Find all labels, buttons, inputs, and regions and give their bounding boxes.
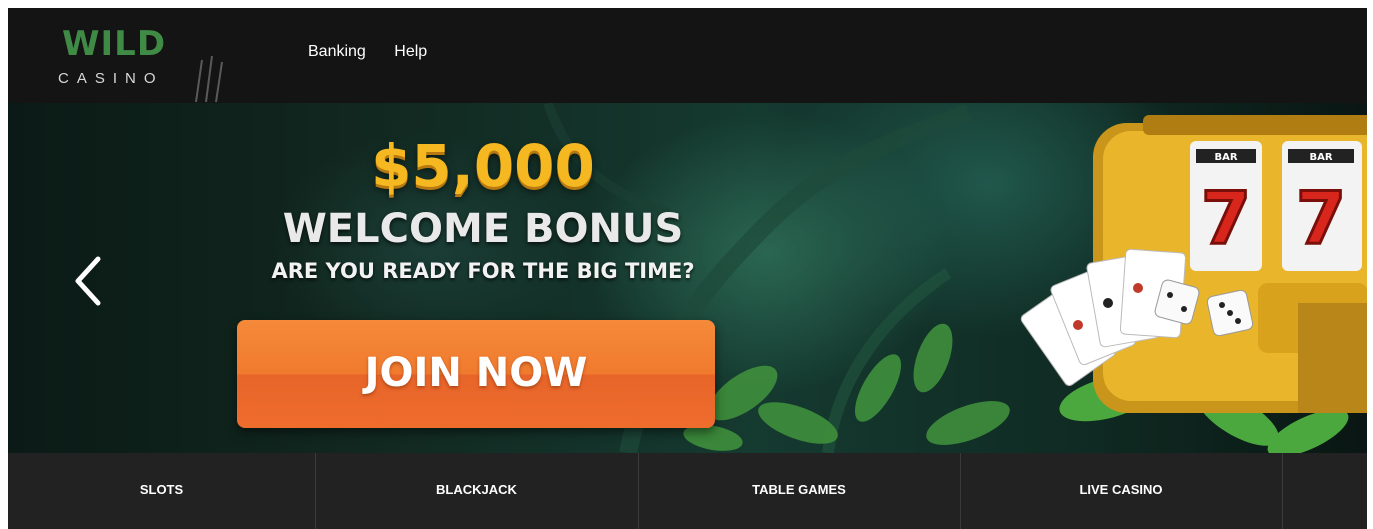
hero-banner[interactable]: BAR BAR 7 7 $5,000 WELCOME BONUS ARE YOU…	[8, 103, 1367, 453]
category-label: BLACKJACK	[436, 482, 517, 497]
bonus-headline: WELCOME BONUS	[282, 206, 684, 252]
site-header: WILD CASINO Banking Help	[8, 8, 1367, 103]
category-label: SLOTS	[139, 482, 184, 497]
category-more[interactable]	[1282, 453, 1366, 529]
join-now-label: JOIN NOW	[364, 350, 588, 396]
wild-casino-logo[interactable]: WILD CASINO	[56, 24, 236, 104]
reel-seven-symbol-2: 7	[1296, 176, 1346, 260]
reel-bar-symbol-2: BAR	[1309, 152, 1332, 163]
category-slots[interactable]: SLOTS	[8, 453, 316, 529]
category-blackjack[interactable]: BLACKJACK	[315, 453, 639, 529]
bonus-amount: $5,000	[371, 132, 595, 200]
category-live-casino[interactable]: LIVE CASINO	[960, 453, 1283, 529]
category-label: TABLE GAMES	[752, 482, 846, 497]
reel-seven-symbol-1: 7	[1201, 176, 1251, 260]
category-label: LIVE CASINO	[1079, 482, 1163, 497]
bonus-tagline: ARE YOU READY FOR THE BIG TIME?	[271, 259, 695, 283]
page: WILD CASINO Banking Help BAR BAR 7 7 $5,…	[8, 8, 1367, 529]
main-nav: Banking Help	[308, 42, 451, 62]
category-table-games[interactable]: TABLE GAMES	[638, 453, 961, 529]
join-now-button[interactable]: JOIN NOW	[237, 320, 715, 428]
game-category-bar: SLOTS BLACKJACK TABLE GAMES LIVE CASINO	[8, 453, 1367, 529]
claw-marks-icon	[195, 55, 223, 103]
nav-help[interactable]: Help	[394, 42, 427, 62]
logo-subtitle: CASINO	[58, 70, 164, 87]
reel-bar-symbol-1: BAR	[1214, 152, 1237, 163]
logo-wordmark: WILD	[62, 24, 167, 64]
nav-banking[interactable]: Banking	[308, 42, 366, 62]
chevron-left-icon[interactable]	[68, 251, 108, 311]
